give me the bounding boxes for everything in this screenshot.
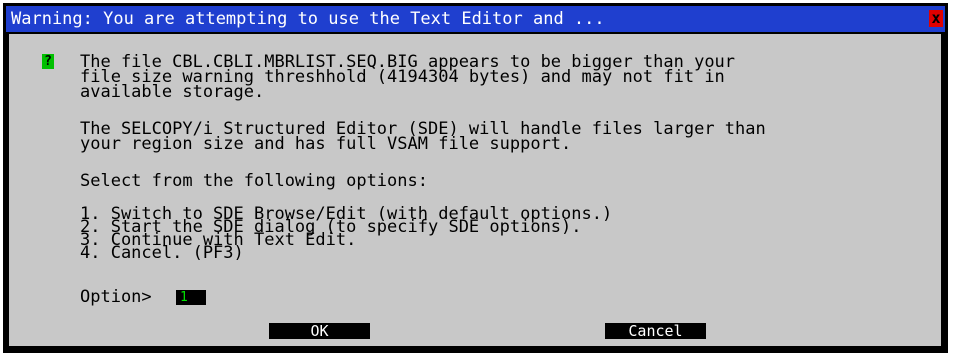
option-input[interactable]: 1: [176, 290, 206, 305]
warning-dialog: Warning: You are attempting to use the T…: [3, 3, 948, 353]
question-icon: ?: [42, 54, 54, 69]
ok-button[interactable]: OK: [269, 323, 370, 339]
options-prompt: Select from the following options:: [80, 171, 428, 191]
option-item-4: 4. Cancel. (PF3): [80, 243, 244, 263]
sde-info-text: The SELCOPY/i Structured Editor (SDE) wi…: [80, 119, 766, 154]
dialog-title: Warning: You are attempting to use the T…: [11, 9, 605, 29]
dialog-body: ? The file CBL.CBLI.MBRLIST.SEQ.BIG appe…: [9, 34, 941, 346]
option-label: Option>: [80, 287, 152, 307]
close-icon[interactable]: x: [929, 10, 943, 27]
dialog-titlebar[interactable]: Warning: You are attempting to use the T…: [6, 6, 945, 32]
size-warning-text: The file CBL.CBLI.MBRLIST.SEQ.BIG appear…: [80, 52, 736, 102]
cancel-button[interactable]: Cancel: [605, 323, 706, 339]
